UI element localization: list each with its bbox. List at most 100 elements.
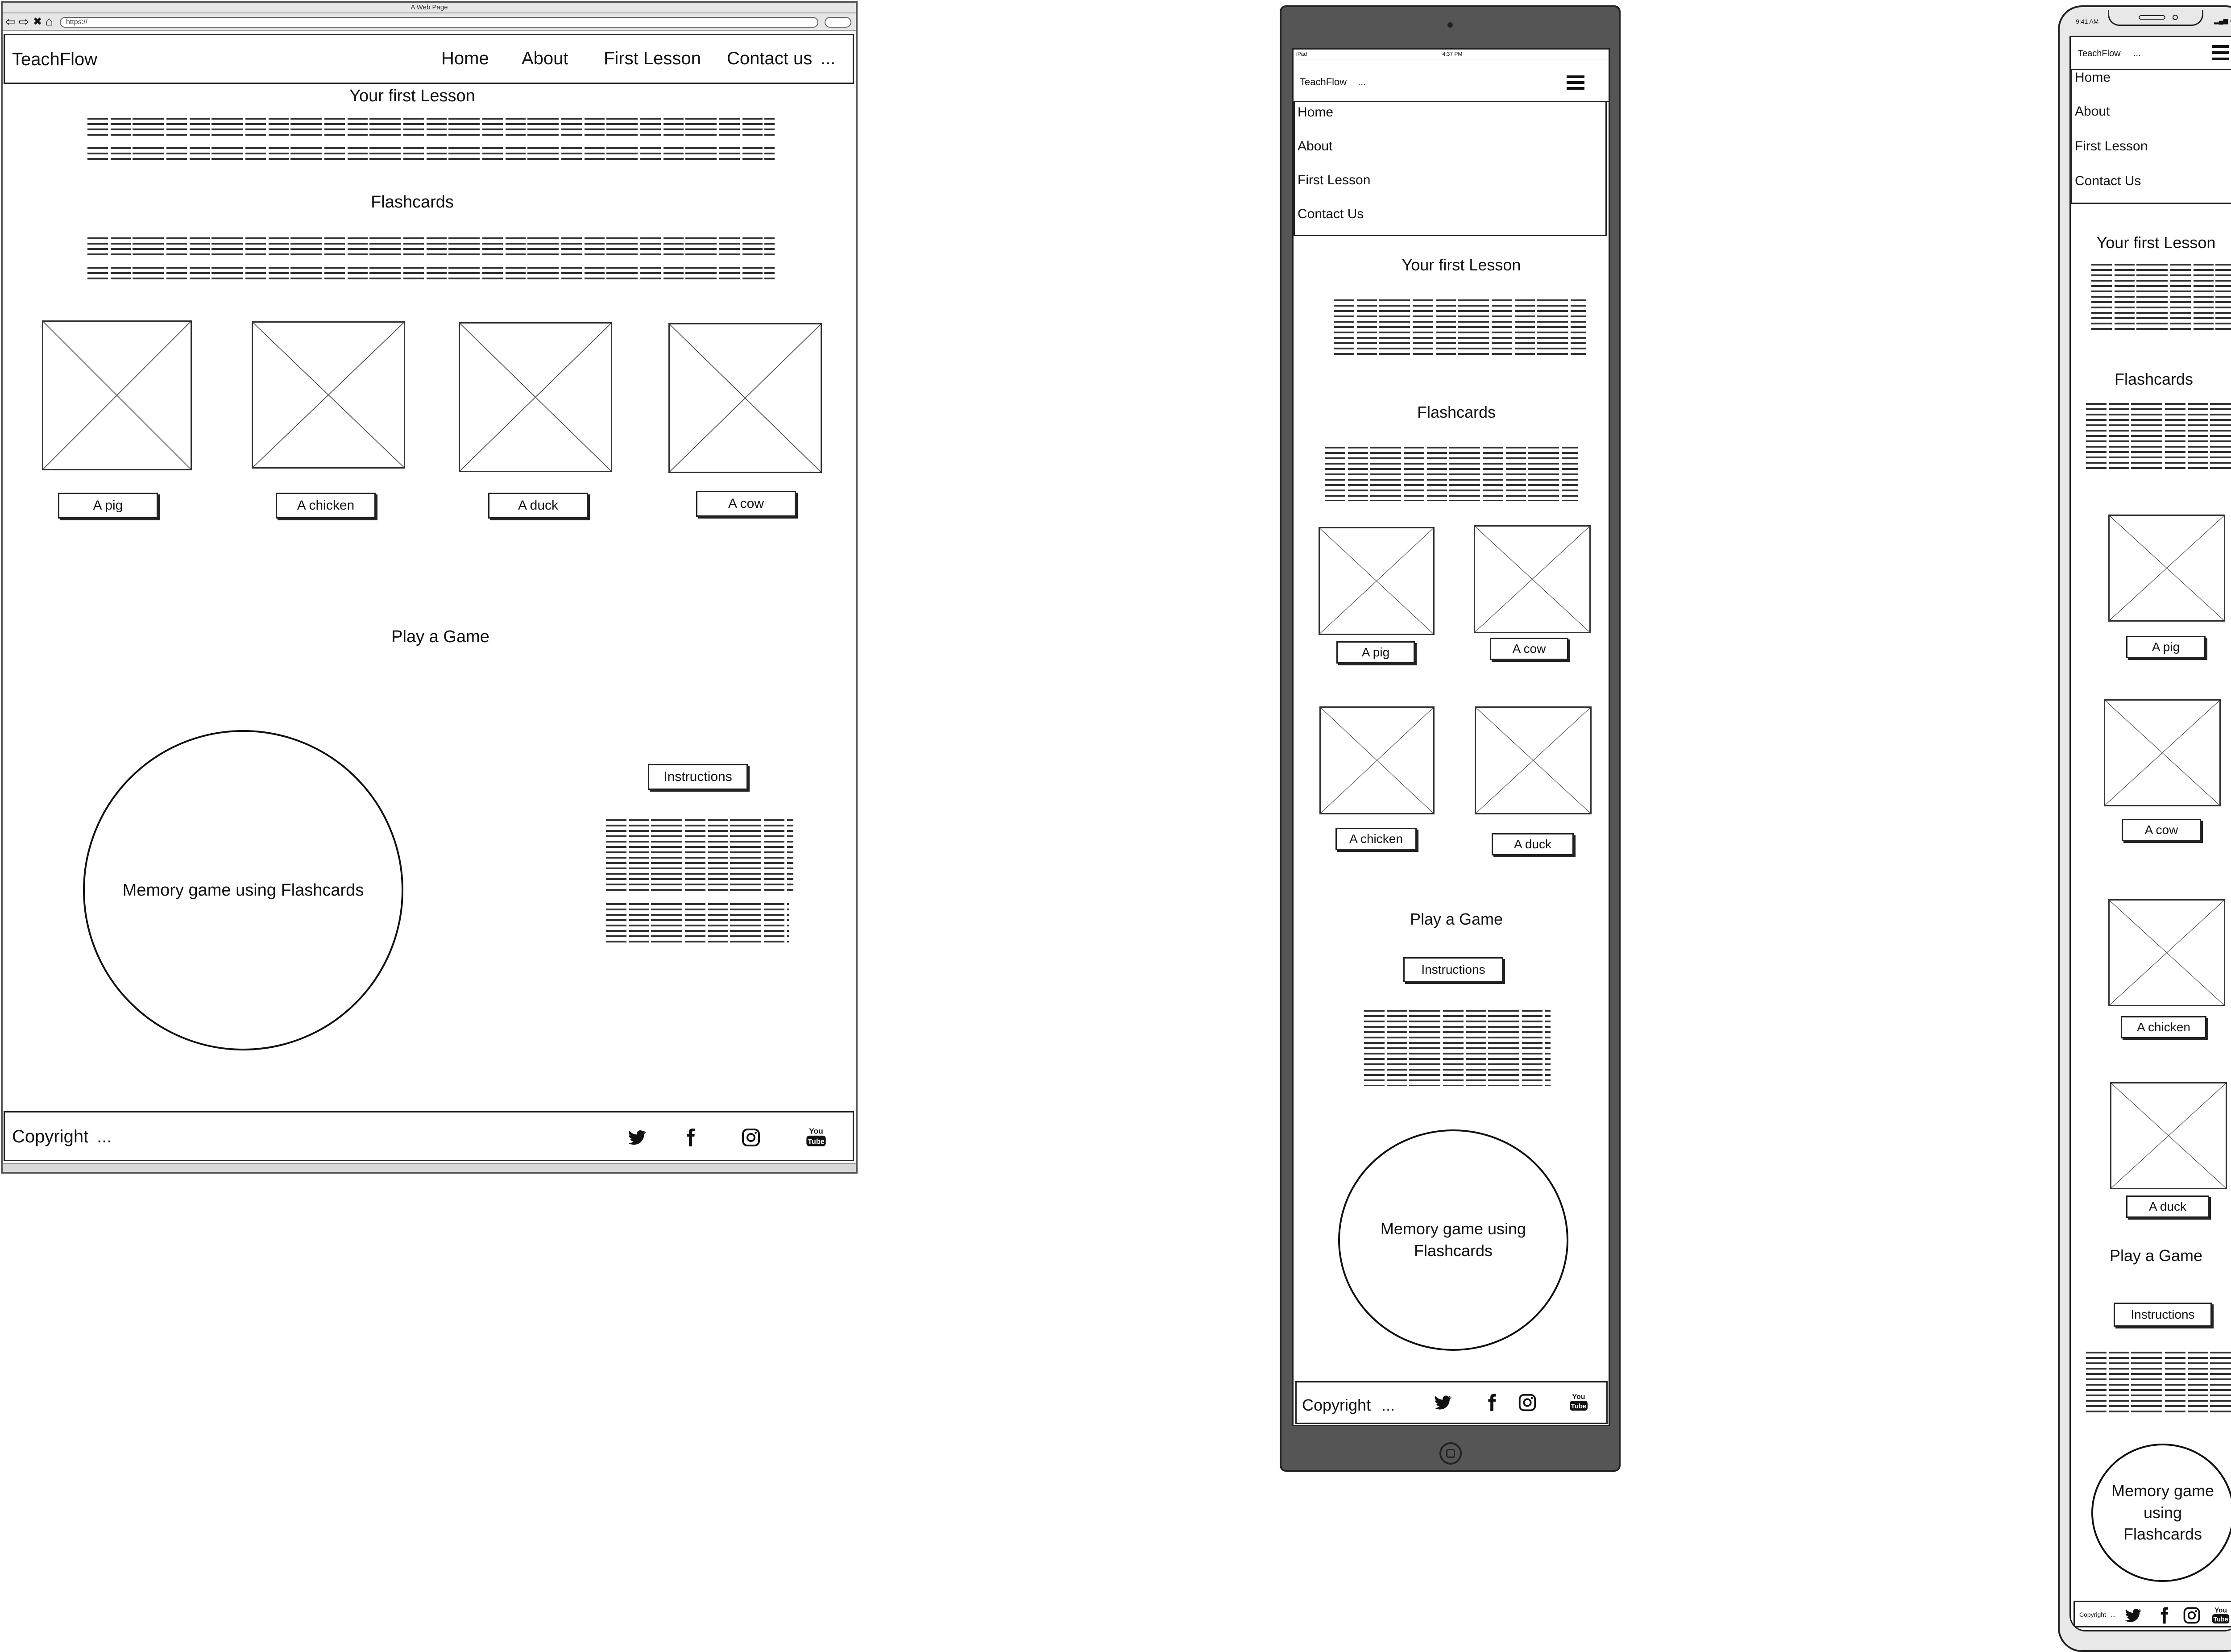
tablet-menu-about[interactable]: About bbox=[1298, 139, 1332, 154]
site-footer: Copyright ... You Tube bbox=[4, 1111, 854, 1161]
phone-menu-about[interactable]: About bbox=[2075, 104, 2110, 119]
svg-text:You: You bbox=[1572, 1393, 1585, 1401]
tablet-menu-first-lesson[interactable]: First Lesson bbox=[1298, 173, 1370, 188]
phone-menu-home[interactable]: Home bbox=[2075, 70, 2111, 85]
phone-card-button-cow[interactable]: A cow bbox=[2122, 819, 2201, 841]
tablet-twitter-icon[interactable] bbox=[1432, 1392, 1453, 1413]
tablet-flashcard-image-chicken bbox=[1319, 706, 1435, 814]
site-header: TeachFlow Home About First Lesson Contac… bbox=[4, 34, 854, 84]
phone-instructions-button[interactable]: Instructions bbox=[2114, 1303, 2212, 1327]
address-bar[interactable]: https:// bbox=[60, 17, 818, 28]
card-button-cow[interactable]: A cow bbox=[696, 491, 796, 517]
tablet-menu-home[interactable]: Home bbox=[1298, 105, 1333, 120]
home-button-icon[interactable] bbox=[1439, 1442, 1462, 1465]
nav-about[interactable]: About bbox=[522, 49, 568, 69]
tablet-card-button-cow[interactable]: A cow bbox=[1490, 638, 1568, 660]
tablet-lesson-paragraph bbox=[1334, 299, 1586, 356]
phone-lesson-title: Your first Lesson bbox=[2096, 233, 2216, 252]
twitter-icon[interactable] bbox=[626, 1127, 647, 1148]
phone-card-button-pig[interactable]: A pig bbox=[2126, 636, 2206, 658]
tablet-menu-contact-us[interactable]: Contact Us bbox=[1298, 207, 1364, 222]
instagram-icon[interactable] bbox=[740, 1127, 762, 1148]
phone-screen: TeachFlow ... Home About First Lesson Co… bbox=[2069, 36, 2231, 1631]
youtube-icon[interactable]: YouTube bbox=[804, 1124, 828, 1149]
flashcards-title: Flashcards bbox=[371, 193, 454, 212]
site-brand[interactable]: TeachFlow bbox=[12, 50, 97, 70]
phone-instagram-icon[interactable] bbox=[2182, 1606, 2202, 1625]
address-text: https:// bbox=[66, 18, 88, 26]
home-icon[interactable]: ⌂ bbox=[46, 14, 53, 29]
phone-facebook-icon[interactable] bbox=[2154, 1606, 2174, 1625]
phone-card-button-chicken[interactable]: A chicken bbox=[2121, 1016, 2206, 1038]
flashcards-paragraph-2 bbox=[87, 267, 775, 279]
svg-text:Tube: Tube bbox=[808, 1137, 825, 1146]
tablet-lesson-title: Your first Lesson bbox=[1402, 256, 1521, 274]
phone-notch bbox=[2108, 10, 2203, 26]
phone-card-button-duck[interactable]: A duck bbox=[2126, 1195, 2209, 1218]
browser-title-bar: A Web Page bbox=[3, 3, 856, 13]
flashcard-image-pig bbox=[42, 320, 192, 470]
phone-brand-more: ... bbox=[2133, 49, 2141, 58]
window-title: A Web Page bbox=[411, 4, 448, 11]
tablet-screen: iPad 4:37 PM TeachFlow ... Home About Fi… bbox=[1292, 48, 1610, 1426]
phone-flashcards-paragraph bbox=[2086, 403, 2231, 469]
tablet-nav-menu: Home About First Lesson Contact Us bbox=[1294, 102, 1607, 236]
facebook-icon[interactable] bbox=[680, 1127, 701, 1148]
svg-text:You: You bbox=[2214, 1606, 2227, 1614]
back-icon[interactable]: ⇦ bbox=[5, 14, 16, 29]
flashcard-image-cow bbox=[668, 323, 822, 473]
card-button-pig[interactable]: A pig bbox=[58, 493, 158, 519]
phone-hamburger-menu-icon[interactable] bbox=[2212, 45, 2229, 60]
nav-home[interactable]: Home bbox=[441, 49, 489, 69]
svg-text:Tube: Tube bbox=[2213, 1616, 2228, 1623]
tablet-flashcards-title: Flashcards bbox=[1417, 403, 1496, 421]
tablet-facebook-icon[interactable] bbox=[1481, 1392, 1502, 1413]
phone-lesson-paragraph bbox=[2091, 264, 2231, 332]
phone-status-signal-icon: ▂▄▆ ▭ bbox=[2214, 17, 2231, 24]
phone-status-time: 9:41 AM bbox=[2076, 18, 2099, 25]
search-field[interactable] bbox=[825, 17, 851, 28]
instructions-paragraph-1 bbox=[606, 819, 793, 894]
phone-memory-game-circle[interactable]: Memory game using Flashcards bbox=[2091, 1444, 2231, 1582]
tablet-camera bbox=[1447, 22, 1453, 28]
copyright-text: Copyright bbox=[12, 1127, 89, 1146]
tablet-flashcard-image-duck bbox=[1475, 706, 1592, 814]
instructions-paragraph-2 bbox=[606, 903, 789, 942]
tablet-brand[interactable]: TeachFlow bbox=[1300, 76, 1347, 88]
card-button-duck[interactable]: A duck bbox=[488, 493, 588, 519]
phone-footer: Copyright ... You Tube bbox=[2073, 1601, 2231, 1627]
tablet-card-button-pig[interactable]: A pig bbox=[1336, 641, 1415, 664]
close-icon[interactable]: ✖ bbox=[33, 15, 42, 28]
nav-first-lesson[interactable]: First Lesson bbox=[604, 49, 701, 69]
tablet-instagram-icon[interactable] bbox=[1517, 1392, 1538, 1413]
phone-brand[interactable]: TeachFlow bbox=[2078, 49, 2121, 59]
forward-icon[interactable]: ⇨ bbox=[19, 14, 29, 29]
instructions-button[interactable]: Instructions bbox=[648, 764, 748, 790]
phone-flashcards-title: Flashcards bbox=[2114, 370, 2194, 388]
tablet-device: iPad 4:37 PM TeachFlow ... Home About Fi… bbox=[1280, 5, 1621, 1472]
tablet-card-button-duck[interactable]: A duck bbox=[1492, 833, 1574, 855]
phone-game-title: Play a Game bbox=[2109, 1246, 2203, 1265]
phone-youtube-icon[interactable]: You Tube bbox=[2210, 1604, 2231, 1626]
tablet-flashcard-image-pig bbox=[1319, 527, 1435, 635]
tablet-card-button-chicken[interactable]: A chicken bbox=[1335, 828, 1417, 850]
memory-game-circle[interactable]: Memory game using Flashcards bbox=[83, 730, 403, 1050]
tablet-instructions-button[interactable]: Instructions bbox=[1403, 957, 1503, 982]
tablet-header: TeachFlow ... bbox=[1294, 59, 1609, 102]
phone-twitter-icon[interactable] bbox=[2123, 1606, 2143, 1625]
tablet-memory-game-circle[interactable]: Memory game using Flashcards bbox=[1338, 1129, 1568, 1351]
card-button-chicken[interactable]: A chicken bbox=[276, 493, 376, 519]
phone-flashcard-image-cow bbox=[2104, 699, 2221, 806]
phone-menu-first-lesson[interactable]: First Lesson bbox=[2075, 139, 2148, 154]
tablet-status-bar: iPad 4:37 PM bbox=[1294, 50, 1609, 59]
hamburger-menu-icon[interactable] bbox=[1567, 75, 1584, 90]
flashcard-image-chicken bbox=[252, 321, 405, 469]
tablet-flashcards-paragraph bbox=[1325, 447, 1578, 501]
nav-contact-us[interactable]: Contact us bbox=[727, 49, 812, 69]
horizontal-scrollbar[interactable] bbox=[3, 1163, 856, 1172]
flashcard-image-duck bbox=[459, 322, 612, 472]
tablet-status-time: 4:37 PM bbox=[1442, 51, 1463, 57]
phone-menu-contact-us[interactable]: Contact Us bbox=[2075, 174, 2141, 189]
copyright-more: ... bbox=[97, 1127, 112, 1146]
tablet-youtube-icon[interactable]: You Tube bbox=[1568, 1390, 1589, 1414]
